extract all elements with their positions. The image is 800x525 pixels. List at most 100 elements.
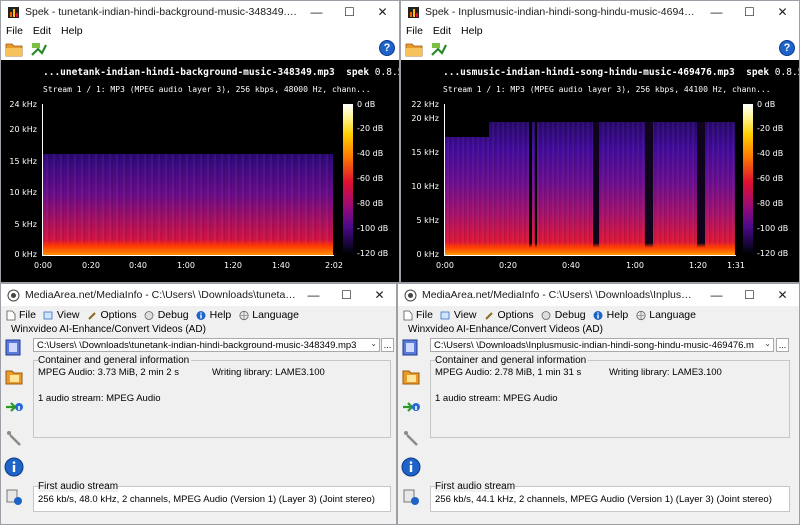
about-icon[interactable] <box>400 486 422 508</box>
menu-file[interactable]: File <box>402 309 433 321</box>
y-tick: 22 kHz <box>411 100 439 109</box>
toolbar: ? <box>401 38 799 60</box>
menu-label: Debug <box>157 309 189 321</box>
menu-label: File <box>19 309 36 321</box>
open-file-icon[interactable] <box>3 336 25 358</box>
more-button[interactable]: ... <box>381 338 394 352</box>
x-tick: 0:20 <box>499 261 517 270</box>
app-name: spek <box>746 67 770 78</box>
menu-language[interactable]: Language <box>238 309 299 321</box>
tools-icon[interactable] <box>400 426 422 448</box>
ad-link[interactable]: Winxvideo AI-Enhance/Convert Videos (AD) <box>11 324 206 335</box>
menu-label: Options <box>497 309 534 321</box>
title-bar[interactable]: MediaArea.net/MediaInfo - C:\Users\ \Dow… <box>398 284 799 306</box>
close-button[interactable]: ✕ <box>766 284 799 306</box>
file-path-select[interactable]: C:\Users\ \Downloads\Inplusmusic-indian-… <box>430 338 774 352</box>
writing-library: Writing library: LAME3.100 <box>609 367 722 378</box>
open-folder-icon[interactable] <box>405 40 423 58</box>
tools-icon[interactable] <box>3 426 25 448</box>
menu-help[interactable]: Help <box>61 25 83 37</box>
menu-label: Language <box>252 309 299 321</box>
open-file-icon[interactable] <box>400 336 422 358</box>
maximize-button[interactable]: ☐ <box>733 1 766 23</box>
menu-help[interactable]: Help <box>196 309 232 321</box>
y-tick: 5 kHz <box>14 220 37 229</box>
minimize-button[interactable]: — <box>300 1 333 23</box>
menu-edit[interactable]: Edit <box>33 25 51 37</box>
close-button[interactable]: ✕ <box>766 1 799 23</box>
info-icon[interactable] <box>3 456 25 478</box>
view-icon <box>43 310 54 321</box>
writing-library: Writing library: LAME3.100 <box>212 367 325 378</box>
maximize-button[interactable]: ☐ <box>330 284 363 306</box>
ad-link[interactable]: Winxvideo AI-Enhance/Convert Videos (AD) <box>408 324 603 335</box>
more-button[interactable]: ... <box>776 338 789 352</box>
maximize-button[interactable]: ☐ <box>333 1 366 23</box>
minimize-button[interactable]: — <box>700 284 733 306</box>
menu-edit[interactable]: Edit <box>433 25 451 37</box>
minimize-button[interactable]: — <box>700 1 733 23</box>
export-icon[interactable] <box>400 396 422 418</box>
menu-options[interactable]: Options <box>87 309 137 321</box>
db-tick: -60 dB <box>757 174 784 183</box>
menu-bar: File View Options Debug Help Language <box>398 306 799 324</box>
menu-label: Language <box>649 309 696 321</box>
save-icon[interactable] <box>29 40 47 58</box>
menu-label: Help <box>606 309 629 321</box>
x-tick: 0:20 <box>82 261 100 270</box>
menu-file[interactable]: File <box>6 25 23 37</box>
menu-help[interactable]: Help <box>593 309 629 321</box>
x-tick: 1:31 <box>727 261 745 270</box>
menu-file[interactable]: File <box>406 25 423 37</box>
x-tick: 1:20 <box>224 261 242 270</box>
menu-label: Help <box>209 309 232 321</box>
close-button[interactable]: ✕ <box>363 284 396 306</box>
minimize-button[interactable]: — <box>297 284 330 306</box>
open-folder-icon[interactable] <box>400 366 422 388</box>
y-tick: 10 kHz <box>9 188 37 197</box>
info-icon[interactable] <box>400 456 422 478</box>
help-icon[interactable]: ? <box>779 40 795 56</box>
maximize-button[interactable]: ☐ <box>733 284 766 306</box>
debug-icon <box>144 310 155 321</box>
db-color-scale <box>743 104 753 254</box>
x-tick: 0:00 <box>436 261 454 270</box>
menu-bar: File View Options Debug Help Language <box>1 306 396 324</box>
spek-app-icon <box>7 6 20 19</box>
panel-title: Container and general information <box>38 355 192 366</box>
open-folder-icon[interactable] <box>3 366 25 388</box>
menu-view[interactable]: View <box>440 309 477 321</box>
export-icon[interactable] <box>3 396 25 418</box>
side-toolbar <box>3 336 29 516</box>
menu-debug[interactable]: Debug <box>144 309 189 321</box>
title-bar[interactable]: MediaArea.net/MediaInfo - C:\Users\ \Dow… <box>1 284 396 306</box>
save-icon[interactable] <box>429 40 447 58</box>
menu-file[interactable]: File <box>5 309 36 321</box>
options-icon <box>87 310 98 321</box>
window-title: MediaArea.net/MediaInfo - C:\Users\ \Dow… <box>25 289 297 301</box>
menu-label: File <box>416 309 433 321</box>
db-tick: -40 dB <box>757 149 784 158</box>
menu-help[interactable]: Help <box>461 25 483 37</box>
about-icon[interactable] <box>3 486 25 508</box>
menu-language[interactable]: Language <box>635 309 696 321</box>
mediainfo-app-icon <box>404 289 417 302</box>
title-bar[interactable]: Spek - tunetank-indian-hindi-background-… <box>1 1 399 23</box>
menu-options[interactable]: Options <box>484 309 534 321</box>
stream-summary: 1 audio stream: MPEG Audio <box>38 393 161 404</box>
title-bar[interactable]: Spek - Inplusmusic-indian-hindi-song-hin… <box>401 1 799 23</box>
file-path-value: C:\Users\ \Downloads\tunetank-indian-hin… <box>37 339 357 351</box>
menu-debug[interactable]: Debug <box>541 309 586 321</box>
file-path-select[interactable]: C:\Users\ \Downloads\tunetank-indian-hin… <box>33 338 380 352</box>
file-path-value: C:\Users\ \Downloads\Inplusmusic-indian-… <box>434 339 754 351</box>
y-tick: 24 kHz <box>9 100 37 109</box>
db-tick: -60 dB <box>357 174 384 183</box>
panel-title: First audio stream <box>38 481 119 492</box>
menu-view[interactable]: View <box>43 309 80 321</box>
close-button[interactable]: ✕ <box>366 1 399 23</box>
open-folder-icon[interactable] <box>5 40 23 58</box>
help-icon[interactable]: ? <box>379 40 395 56</box>
y-tick: 15 kHz <box>411 148 439 157</box>
chevron-down-icon: ⌄ <box>764 339 771 348</box>
db-tick: -20 dB <box>357 124 384 133</box>
